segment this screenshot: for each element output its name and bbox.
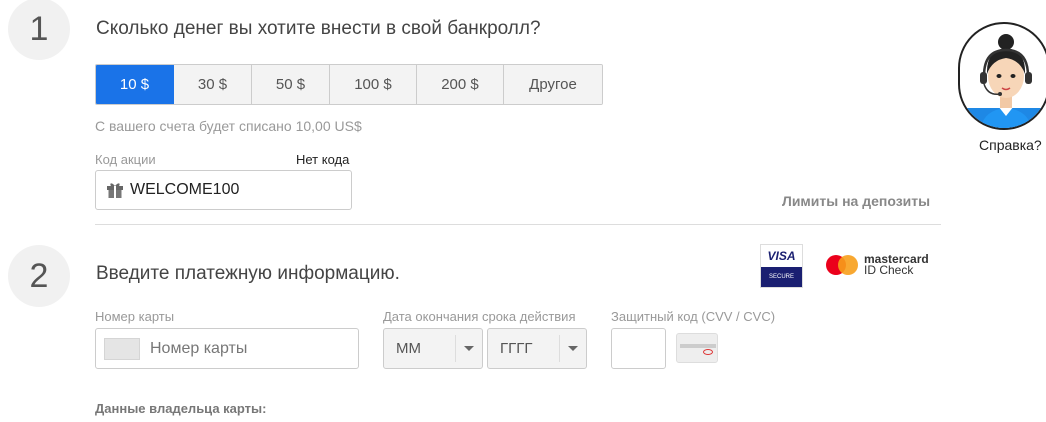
deposit-limits-link[interactable]: Лимиты на депозиты bbox=[782, 193, 930, 209]
support-agent-icon bbox=[958, 22, 1046, 130]
step-1-title: Сколько денег вы хотите внести в свой ба… bbox=[96, 18, 541, 39]
promo-code-input[interactable]: WELCOME100 bbox=[95, 170, 352, 210]
step-2-title: Введите платежную информацию. bbox=[96, 263, 400, 284]
expiry-year-select[interactable]: ГГГГ bbox=[487, 328, 587, 369]
amount-10-button[interactable]: 10 $ bbox=[96, 65, 174, 104]
amount-30-button[interactable]: 30 $ bbox=[174, 65, 252, 104]
cvv-card-back-icon bbox=[676, 333, 718, 363]
gift-icon bbox=[107, 183, 123, 198]
card-number-placeholder: Номер карты bbox=[150, 339, 248, 357]
section-divider bbox=[95, 224, 941, 225]
amount-50-button[interactable]: 50 $ bbox=[252, 65, 330, 104]
amount-other-button[interactable]: Другое bbox=[504, 65, 602, 104]
visa-secure-text: SECURE bbox=[761, 267, 802, 287]
promo-code-value: WELCOME100 bbox=[130, 181, 240, 198]
expiry-year-value: ГГГГ bbox=[500, 340, 533, 357]
cardholder-details-heading: Данные владельца карты: bbox=[95, 401, 267, 416]
cvv-input[interactable] bbox=[611, 328, 666, 369]
step-1-number: 1 bbox=[8, 0, 70, 60]
chevron-down-icon bbox=[568, 346, 578, 351]
cvv-label: Защитный код (CVV / CVC) bbox=[611, 309, 776, 324]
no-code-link[interactable]: Нет кода bbox=[296, 152, 349, 167]
step-2-number: 2 bbox=[8, 245, 70, 307]
debit-note: С вашего счета будет списано 10,00 US$ bbox=[95, 118, 362, 134]
help-avatar-button[interactable] bbox=[958, 22, 1046, 130]
expiry-label: Дата окончания срока действия bbox=[383, 309, 576, 324]
mastercard-id-check-logo: mastercard ID Check bbox=[826, 253, 929, 277]
amount-selector: 10 $ 30 $ 50 $ 100 $ 200 $ Другое bbox=[95, 64, 603, 105]
chevron-down-icon bbox=[464, 346, 474, 351]
card-number-label: Номер карты bbox=[95, 309, 175, 324]
amount-200-button[interactable]: 200 $ bbox=[417, 65, 504, 104]
amount-100-button[interactable]: 100 $ bbox=[330, 65, 417, 104]
mastercard-circles-icon bbox=[826, 255, 858, 275]
promo-code-label: Код акции bbox=[95, 152, 156, 167]
expiry-month-value: ММ bbox=[396, 340, 421, 357]
visa-secure-logo: VISA SECURE bbox=[760, 244, 803, 288]
help-link[interactable]: Справка? bbox=[979, 137, 1042, 153]
credit-card-icon bbox=[104, 337, 140, 360]
card-number-input[interactable]: Номер карты bbox=[95, 328, 359, 369]
mastercard-sub-text: ID Check bbox=[864, 263, 914, 277]
visa-text: VISA bbox=[767, 249, 796, 263]
expiry-month-select[interactable]: ММ bbox=[383, 328, 483, 369]
